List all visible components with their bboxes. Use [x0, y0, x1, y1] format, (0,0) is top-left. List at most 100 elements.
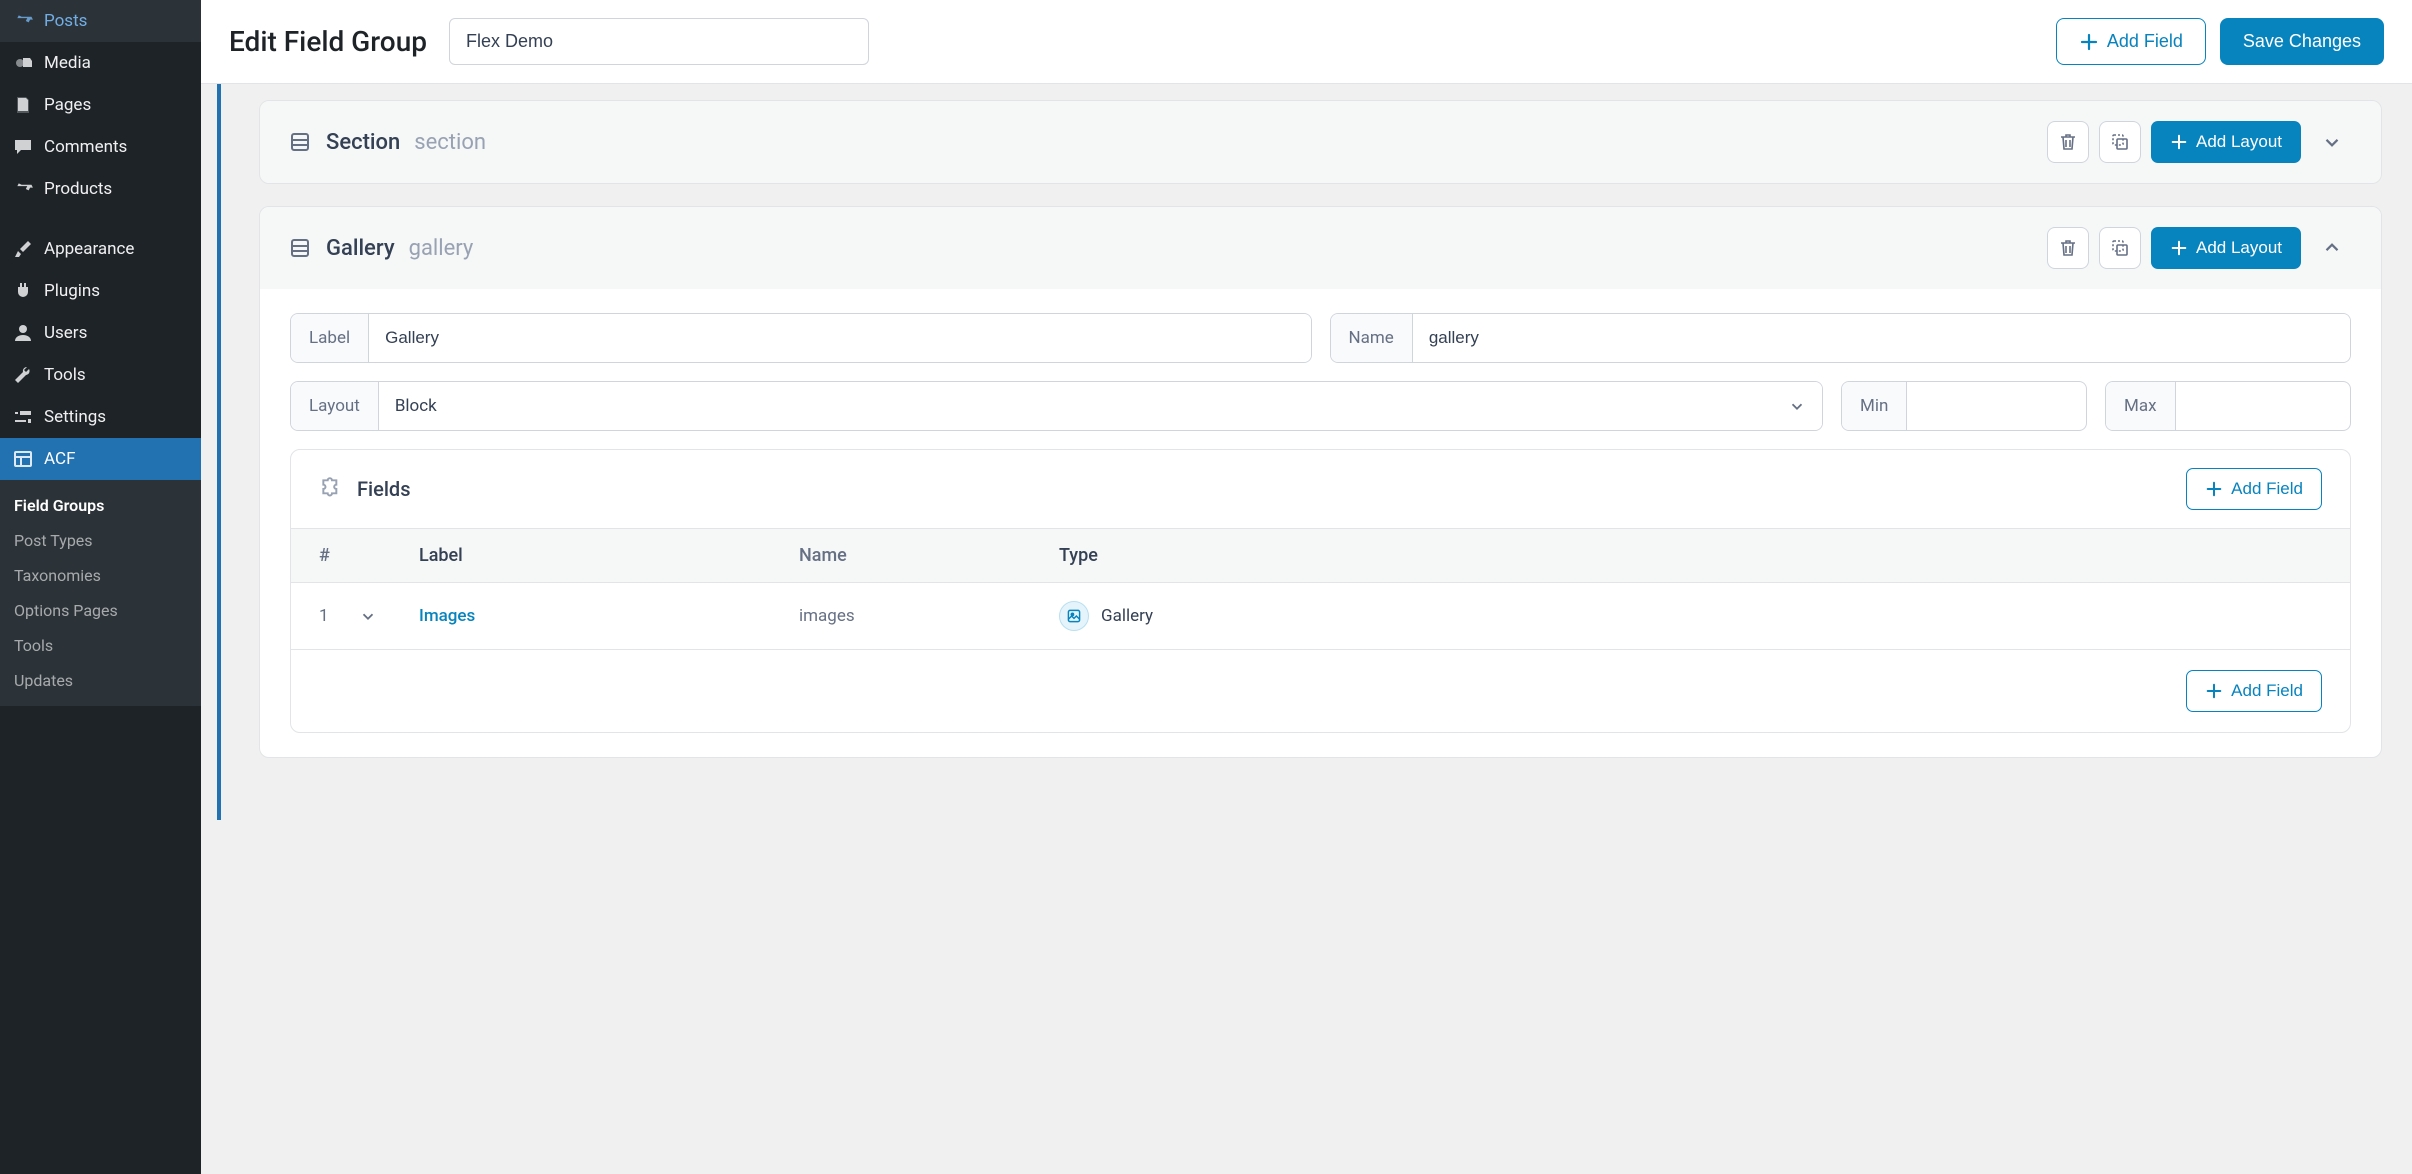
sidebar-item-acf[interactable]: ACF [0, 438, 201, 480]
sidebar-label: Users [44, 323, 87, 343]
add-layout-label: Add Layout [2196, 238, 2282, 258]
layout-label-input[interactable] [369, 314, 1310, 362]
chevron-down-icon[interactable] [359, 607, 377, 625]
layout-display-field: Layout Block [290, 381, 1823, 431]
plus-icon [2205, 682, 2223, 700]
field-type: Gallery [1059, 601, 2322, 631]
sidebar-item-posts[interactable]: Posts [0, 0, 201, 42]
duplicate-icon [2110, 132, 2130, 152]
toggle-layout-button[interactable] [2311, 227, 2353, 269]
layout-min-input[interactable] [1907, 382, 2067, 430]
sidebar-sub-field-groups[interactable]: Field Groups [0, 488, 201, 523]
fields-title: Fields [357, 477, 411, 501]
media-icon [12, 52, 34, 74]
layout-title: Section [326, 130, 400, 155]
save-label: Save Changes [2243, 31, 2361, 52]
sidebar-sub-taxonomies[interactable]: Taxonomies [0, 558, 201, 593]
field-label: Name [1331, 314, 1413, 362]
add-field-label: Add Field [2231, 681, 2303, 701]
trash-icon [2058, 132, 2078, 152]
add-field-button[interactable]: Add Field [2056, 18, 2206, 65]
field-label: Max [2106, 382, 2176, 430]
page-title: Edit Field Group [229, 25, 427, 58]
add-layout-button[interactable]: Add Layout [2151, 121, 2301, 163]
select-value: Block [395, 396, 437, 416]
brush-icon [12, 238, 34, 260]
delete-layout-button[interactable] [2047, 227, 2089, 269]
layout-display-select[interactable]: Block [379, 382, 1822, 430]
field-label: Min [1842, 382, 1907, 430]
plus-icon [2205, 480, 2223, 498]
layout-header[interactable]: Gallery gallery Add Layout [260, 207, 2381, 289]
sidebar-item-products[interactable]: Products [0, 168, 201, 210]
sidebar-label: Posts [44, 11, 87, 31]
field-name: images [799, 606, 1059, 626]
layout-gallery: Gallery gallery Add Layout [259, 206, 2382, 758]
admin-sidebar: Posts Media Pages Comments Products [0, 0, 201, 1174]
add-field-button-footer[interactable]: Add Field [2186, 670, 2322, 712]
duplicate-layout-button[interactable] [2099, 227, 2141, 269]
col-type: Type [1059, 545, 2322, 566]
duplicate-icon [2110, 238, 2130, 258]
layout-max-field: Max [2105, 381, 2351, 431]
sidebar-label: Settings [44, 407, 106, 427]
sidebar-item-settings[interactable]: Settings [0, 396, 201, 438]
fields-card: Fields Add Field # Label [290, 449, 2351, 733]
sidebar-submenu: Field Groups Post Types Taxonomies Optio… [0, 480, 201, 706]
sidebar-sub-tools[interactable]: Tools [0, 628, 201, 663]
plus-icon [2170, 239, 2188, 257]
duplicate-layout-button[interactable] [2099, 121, 2141, 163]
toggle-layout-button[interactable] [2311, 121, 2353, 163]
sidebar-item-plugins[interactable]: Plugins [0, 270, 201, 312]
sidebar-item-tools[interactable]: Tools [0, 354, 201, 396]
sidebar-label: Products [44, 179, 112, 199]
field-type-label: Gallery [1101, 606, 1153, 626]
pin-icon [12, 10, 34, 32]
sidebar-item-media[interactable]: Media [0, 42, 201, 84]
sidebar-sub-post-types[interactable]: Post Types [0, 523, 201, 558]
field-label: Layout [291, 382, 379, 430]
layout-title: Gallery [326, 236, 395, 261]
col-num: # [319, 545, 399, 566]
field-label-link[interactable]: Images [419, 606, 475, 626]
sidebar-item-pages[interactable]: Pages [0, 84, 201, 126]
save-changes-button[interactable]: Save Changes [2220, 18, 2384, 65]
page-icon [12, 94, 34, 116]
trash-icon [2058, 238, 2078, 258]
field-label: Label [291, 314, 369, 362]
add-layout-label: Add Layout [2196, 132, 2282, 152]
row-index: 1 [319, 606, 329, 626]
gallery-type-icon [1059, 601, 1089, 631]
layout-section: Section section Add Layout [259, 100, 2382, 184]
chevron-down-icon [1788, 397, 1806, 415]
comment-icon [12, 136, 34, 158]
add-layout-button[interactable]: Add Layout [2151, 227, 2301, 269]
sidebar-label: ACF [44, 449, 75, 469]
delete-layout-button[interactable] [2047, 121, 2089, 163]
layout-max-input[interactable] [2176, 382, 2336, 430]
layout-drag-icon [288, 236, 312, 260]
sidebar-label: Tools [44, 365, 86, 385]
sidebar-item-comments[interactable]: Comments [0, 126, 201, 168]
sidebar-label: Comments [44, 137, 127, 157]
sidebar-item-appearance[interactable]: Appearance [0, 228, 201, 270]
col-label: Label [419, 545, 799, 566]
wrench-icon [12, 364, 34, 386]
sidebar-sub-options-pages[interactable]: Options Pages [0, 593, 201, 628]
layout-key: section [414, 130, 486, 155]
add-field-button-inner[interactable]: Add Field [2186, 468, 2322, 510]
layout-drag-icon [288, 130, 312, 154]
chevron-up-icon [2321, 237, 2343, 259]
sidebar-item-users[interactable]: Users [0, 312, 201, 354]
add-field-label: Add Field [2107, 31, 2183, 52]
layout-name-input[interactable] [1413, 314, 2350, 362]
layout-header[interactable]: Section section Add Layout [260, 101, 2381, 183]
chevron-down-icon [2321, 131, 2343, 153]
sidebar-label: Pages [44, 95, 91, 115]
field-group-title-input[interactable] [449, 18, 869, 65]
topbar: Edit Field Group Add Field Save Changes [201, 0, 2412, 84]
field-row[interactable]: 1 Images images [291, 583, 2350, 650]
col-name: Name [799, 545, 1059, 566]
sidebar-sub-updates[interactable]: Updates [0, 663, 201, 698]
plug-icon [12, 280, 34, 302]
